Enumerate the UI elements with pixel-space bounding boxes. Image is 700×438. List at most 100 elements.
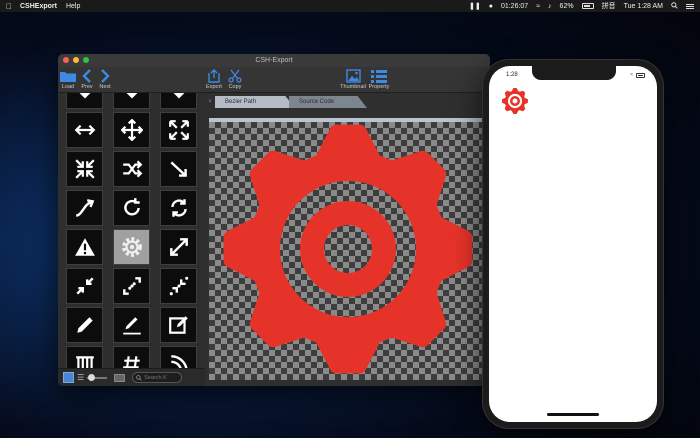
- menu-bar:  CSHExport Help ❚❚ ● 01:26:07 ≈ ♪ 62% 拼…: [0, 0, 700, 12]
- property-button[interactable]: Property: [367, 68, 391, 90]
- arrow-down-thick-icon: [79, 93, 90, 99]
- pencil-square-icon: [168, 316, 188, 334]
- pencil-icon: [76, 317, 93, 333]
- rotate-cw-icon: [123, 198, 140, 216]
- refresh-icon: [170, 199, 187, 217]
- search-icon[interactable]: [671, 1, 678, 11]
- pencil-square-icon-cell[interactable]: [160, 307, 197, 343]
- rss-icon: [170, 355, 187, 368]
- window-title: CSH-Export: [255, 57, 293, 64]
- load-button[interactable]: Load: [59, 68, 77, 90]
- arrow-down-thick-icon-cell[interactable]: [66, 93, 103, 109]
- arrows-compress-icon: [74, 159, 95, 179]
- arrows-move-icon-cell[interactable]: [113, 112, 150, 148]
- pencil-line-icon-cell[interactable]: [113, 307, 150, 343]
- arrow-down-icon: [126, 93, 137, 99]
- dotted-diagonal-expand-icon: [122, 277, 141, 295]
- phone-status-time: 1:28: [506, 72, 518, 78]
- status-area: ❚❚ ● 01:26:07 ≈ ♪ 62% 拼音 Tue 1:28 AM: [469, 1, 694, 11]
- rss-icon-cell[interactable]: [160, 346, 197, 368]
- phone-wifi-icon: ≈: [630, 72, 633, 78]
- close-window-button[interactable]: [63, 57, 69, 63]
- thumbnail-size-slider[interactable]: [87, 373, 108, 381]
- arrow-diagonal-icon-cell[interactable]: [160, 151, 197, 187]
- arrow-down-icon-cell[interactable]: [160, 93, 197, 109]
- menu-help[interactable]: Help: [66, 3, 80, 10]
- title-bar[interactable]: CSH-Export: [58, 54, 490, 67]
- shuffle-icon: [122, 160, 142, 178]
- icon-library-panel: ☰ Search K: [58, 93, 205, 386]
- folder-icon: [60, 68, 76, 84]
- icon-search-field[interactable]: Search K: [132, 372, 183, 383]
- preview-canvas[interactable]: [209, 118, 489, 380]
- shuffle-icon-cell[interactable]: [113, 151, 150, 187]
- list-icon: [371, 68, 387, 84]
- arrows-diagonal-compress-icon-cell[interactable]: [66, 268, 103, 304]
- menu-app-name[interactable]: CSHExport: [20, 3, 57, 10]
- export-button[interactable]: Export: [205, 68, 223, 90]
- columns-icon-cell[interactable]: [66, 346, 103, 368]
- editor-tabs: × Bezier Path Source Code »: [205, 96, 490, 108]
- prev-button[interactable]: Prev: [78, 68, 96, 90]
- copy-button[interactable]: Copy: [226, 68, 244, 90]
- minimize-window-button[interactable]: [73, 57, 79, 63]
- tab-bezier-path[interactable]: Bezier Path: [215, 96, 295, 108]
- battery-icon[interactable]: [581, 3, 594, 9]
- dotted-diagonal-compress-icon: [169, 276, 188, 296]
- phone-notch: [532, 66, 616, 80]
- list-view-icon[interactable]: ☰: [77, 373, 84, 382]
- grid-view-button[interactable]: [63, 372, 74, 383]
- timer-clock[interactable]: 01:26:07: [501, 3, 528, 10]
- control-center-icon[interactable]: [686, 3, 694, 9]
- arrows-expand-icon-cell[interactable]: [160, 112, 197, 148]
- pencil-line-icon: [122, 317, 141, 335]
- zoom-window-button[interactable]: [83, 57, 89, 63]
- editor-panel: × Bezier Path Source Code »: [205, 93, 490, 386]
- warning-icon: [74, 238, 95, 256]
- arrow-down-icon-cell[interactable]: [113, 93, 150, 109]
- gear-selected-icon-cell[interactable]: [113, 229, 150, 265]
- color-well[interactable]: [114, 373, 126, 382]
- arrows-diagonal-expand-icon: [169, 238, 188, 256]
- grid-footer: ☰ Search K: [58, 368, 205, 386]
- dotted-diagonal-expand-icon-cell[interactable]: [113, 268, 150, 304]
- thumbnail-button[interactable]: Thumbnail: [340, 68, 366, 90]
- refresh-icon-cell[interactable]: [160, 190, 197, 226]
- hash-icon-cell[interactable]: [113, 346, 150, 368]
- icon-grid[interactable]: [65, 93, 199, 368]
- next-button[interactable]: Next: [96, 68, 114, 90]
- columns-icon: [75, 356, 94, 368]
- input-method[interactable]: 拼音: [602, 1, 616, 11]
- phone-screen[interactable]: 1:28 ≈: [489, 66, 657, 422]
- dotted-diagonal-compress-icon-cell[interactable]: [160, 268, 197, 304]
- arrows-move-icon: [120, 119, 143, 141]
- arrows-diagonal-expand-icon-cell[interactable]: [160, 229, 197, 265]
- warning-icon-cell[interactable]: [66, 229, 103, 265]
- pause-icon[interactable]: ❚❚: [469, 2, 481, 10]
- arrows-horizontal-icon-cell[interactable]: [66, 112, 103, 148]
- arrow-curve-icon: [75, 199, 94, 217]
- tab-source-code[interactable]: Source Code: [289, 96, 367, 108]
- export-icon: [207, 68, 221, 84]
- record-icon[interactable]: ●: [489, 3, 493, 10]
- volume-icon[interactable]: ♪: [548, 3, 552, 10]
- arrow-down-icon: [173, 93, 184, 99]
- datetime[interactable]: Tue 1:28 AM: [624, 3, 663, 10]
- arrow-curve-icon-cell[interactable]: [66, 190, 103, 226]
- battery-percent[interactable]: 62%: [560, 3, 574, 10]
- search-icon: [136, 374, 142, 381]
- pencil-icon-cell[interactable]: [66, 307, 103, 343]
- arrows-horizontal-icon: [74, 124, 95, 136]
- tab-close-icon[interactable]: ×: [205, 96, 215, 108]
- gear-small-icon: [502, 88, 528, 114]
- home-indicator: [547, 413, 599, 416]
- rotate-cw-icon-cell[interactable]: [113, 190, 150, 226]
- apple-icon[interactable]: : [6, 2, 12, 11]
- wifi-icon[interactable]: ≈: [536, 3, 540, 10]
- traffic-lights: [63, 57, 89, 63]
- arrows-compress-icon-cell[interactable]: [66, 151, 103, 187]
- chevron-left-icon: [82, 68, 92, 84]
- arrows-diagonal-compress-icon: [75, 277, 94, 295]
- arrows-expand-icon: [168, 120, 189, 140]
- image-icon: [345, 68, 361, 84]
